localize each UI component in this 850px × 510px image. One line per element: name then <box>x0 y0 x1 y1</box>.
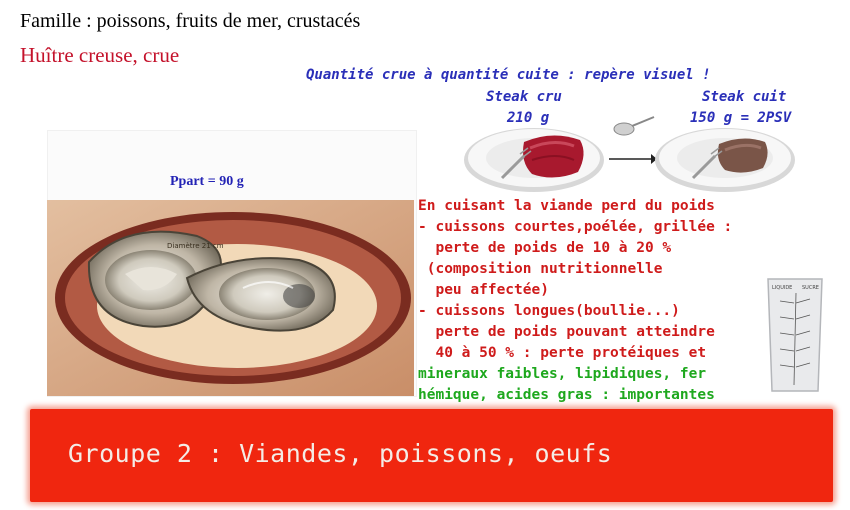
note-line: perte de poids de 10 à 20 % <box>418 240 672 256</box>
cup-label-right: SUCRE <box>802 285 819 291</box>
cooked-steak-label: Steak cuit <box>702 89 787 105</box>
raw-steak-image <box>464 128 604 192</box>
measuring-cup-image: LIQUIDE SUCRE <box>767 278 823 392</box>
visual-guide-title: Quantité crue à quantité cuite : repère … <box>306 67 711 83</box>
note-line: - cuissons courtes,poélée, grillée : <box>418 219 733 235</box>
cup-label-left: LIQUIDE <box>772 285 792 291</box>
portion-label: Ppart = 90 g <box>170 174 244 189</box>
note-line: 40 à 50 % : perte protéiques et <box>418 345 707 361</box>
note-line: peu affectée) <box>418 282 549 298</box>
note-line: mineraux faibles, lipidiques, fer <box>418 366 707 382</box>
raw-steak-label: Steak cru <box>486 89 562 105</box>
group-banner: Groupe 2 : Viandes, poissons, oeufs <box>30 409 833 502</box>
tray-diameter-text: Diamètre 21 cm <box>167 242 224 250</box>
group-banner-text: Groupe 2 : Viandes, poissons, oeufs <box>68 439 613 468</box>
oyster-tray-photo: Diamètre 21 cm <box>47 200 414 396</box>
cooking-notes: En cuisant la viande perd du poids - cui… <box>418 196 732 406</box>
family-title: Famille : poissons, fruits de mer, crust… <box>20 10 361 32</box>
cooked-steak-image <box>655 128 795 192</box>
arrow-right-icon <box>609 154 657 164</box>
note-line: (composition nutritionnelle <box>418 261 663 277</box>
pan-icon <box>613 116 655 136</box>
note-line: hémique, acides gras : importantes <box>418 387 715 403</box>
note-line: perte de poids pouvant atteindre <box>418 324 715 340</box>
food-title: Huître creuse, crue <box>20 43 180 67</box>
note-line: - cuissons longues(boullie...) <box>418 303 680 319</box>
note-line: En cuisant la viande perd du poids <box>418 198 715 214</box>
